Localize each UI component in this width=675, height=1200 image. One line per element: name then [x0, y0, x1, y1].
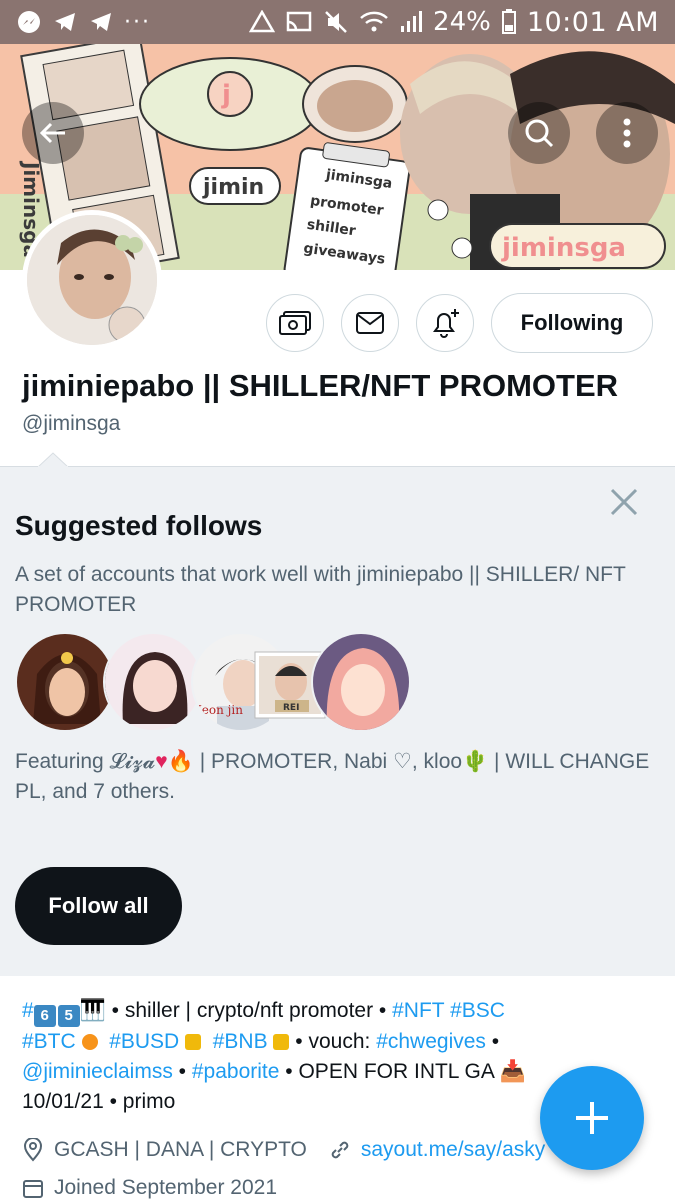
suggested-avatars[interactable]: Jeon jin REI — [15, 632, 435, 736]
caret-pointer — [38, 452, 68, 467]
inbox-icon: 📥 — [499, 1060, 526, 1083]
fire-icon: 🔥 — [167, 750, 194, 773]
search-button[interactable] — [508, 102, 570, 164]
banner-sticker-jiminsga: jiminsga — [501, 233, 626, 263]
bio-hashtag[interactable]: # — [22, 999, 34, 1022]
suggested-featuring-text: Featuring 𝓛𝓲𝔃𝓪♥🔥 | PROMOTER, Nabi ♡, klo… — [15, 746, 655, 807]
bio-date-text: 10/01/21 • primo — [22, 1090, 176, 1113]
hashtag-btc[interactable]: #BTC — [22, 1030, 76, 1053]
suggested-avatar[interactable] — [15, 632, 115, 732]
arrow-left-icon — [39, 122, 65, 144]
bio-open-text: • OPEN FOR INTL GA — [279, 1060, 500, 1083]
recycle-icon — [249, 10, 276, 33]
close-icon[interactable] — [604, 482, 644, 522]
piano-icon: 🎹 — [79, 999, 106, 1022]
profile-location: GCASH | DANA | CRYPTO — [54, 1138, 307, 1161]
clock: 10:01 AM — [526, 6, 659, 38]
status-bar: ··· 24% 10:01 AM — [0, 0, 675, 44]
compose-tweet-button[interactable] — [540, 1066, 644, 1170]
username-handle: @jiminsga — [22, 412, 121, 435]
tip-button[interactable] — [266, 294, 324, 352]
mention-jiminieclaimss[interactable]: @jiminieclaimss — [22, 1060, 173, 1083]
money-icon — [279, 311, 311, 335]
suggested-avatar[interactable] — [311, 632, 411, 732]
notifications-button[interactable] — [416, 294, 474, 352]
signal-icon — [401, 11, 423, 32]
featuring-name: 𝓛𝓲𝔃𝓪 — [109, 749, 156, 773]
mute-icon — [325, 11, 347, 33]
suggested-follows-title: Suggested follows — [15, 510, 263, 541]
suggested-avatar[interactable] — [103, 632, 203, 732]
message-button[interactable] — [341, 294, 399, 352]
keycap-5: 5 — [57, 1005, 80, 1027]
featuring-prefix: Featuring — [15, 750, 110, 773]
plus-icon — [576, 1102, 608, 1134]
profile-joined-row: Joined September 2021 — [22, 1176, 277, 1200]
hashtag-busd[interactable]: #BUSD — [109, 1030, 179, 1053]
status-system: 24% 10:01 AM — [249, 7, 659, 38]
follow-all-button[interactable]: Follow all — [15, 867, 182, 945]
cactus-icon: 🌵 — [462, 750, 489, 773]
heart-icon: ♥ — [155, 750, 168, 773]
battery-icon — [501, 9, 516, 34]
featuring-rest: | PROMOTER, Nabi ♡, kloo — [193, 750, 463, 773]
location-icon — [23, 1138, 43, 1162]
calendar-icon — [23, 1180, 43, 1198]
bio-vouch-text: • vouch: — [289, 1030, 377, 1053]
status-notifications: ··· — [16, 9, 151, 35]
bitcoin-icon — [81, 1034, 98, 1050]
messenger-icon — [18, 11, 40, 33]
hashtag-chwegives[interactable]: #chwegives — [376, 1030, 486, 1053]
bio-text-1: • shiller | crypto/nft promoter • — [105, 999, 393, 1022]
hashtag-bsc[interactable]: #BSC — [450, 999, 505, 1022]
wifi-icon — [360, 11, 388, 32]
hashtag-paborite[interactable]: #paborite — [192, 1060, 280, 1083]
hashtag-nft[interactable]: #NFT — [392, 999, 444, 1022]
binance-icon — [273, 1034, 290, 1050]
banner-sticker-jimin: jimin — [202, 175, 264, 200]
avatar-label-rei: REI — [283, 703, 299, 713]
profile-meta-row: GCASH | DANA | CRYPTO sayout.me/say/asky — [22, 1138, 545, 1162]
svg-text:j: j — [221, 80, 231, 110]
binance-icon — [185, 1034, 202, 1050]
mail-icon — [356, 312, 384, 334]
search-icon — [525, 119, 554, 148]
profile-bio: #6 5 🎹 • shiller | crypto/nft promoter • #… — [22, 999, 526, 1113]
profile-joined-date: Joined September 2021 — [54, 1176, 277, 1199]
bell-plus-icon — [433, 309, 459, 338]
profile-website-link[interactable]: sayout.me/say/asky — [361, 1138, 545, 1162]
telegram-icon — [91, 13, 111, 31]
display-name: jiminiepabo || SHILLER/NFT PROMOTER — [22, 368, 619, 403]
more-vertical-icon — [623, 118, 631, 148]
following-button[interactable]: Following — [491, 293, 653, 353]
more-options-button[interactable] — [596, 102, 658, 164]
hashtag-bnb[interactable]: #BNB — [213, 1030, 268, 1053]
telegram-icon — [55, 13, 75, 31]
suggested-follows-description: A set of accounts that work well with ji… — [15, 563, 626, 616]
keycap-6: 6 — [33, 1005, 56, 1027]
back-button[interactable] — [22, 102, 84, 164]
avatar-label-jeon: Jeon jin — [195, 703, 243, 717]
link-icon — [331, 1141, 349, 1159]
profile-avatar[interactable] — [22, 210, 162, 350]
cast-icon — [286, 11, 312, 32]
battery-percent: 24% — [433, 7, 491, 37]
avatar-image — [27, 215, 157, 345]
more-notifications-icon: ··· — [124, 9, 151, 35]
